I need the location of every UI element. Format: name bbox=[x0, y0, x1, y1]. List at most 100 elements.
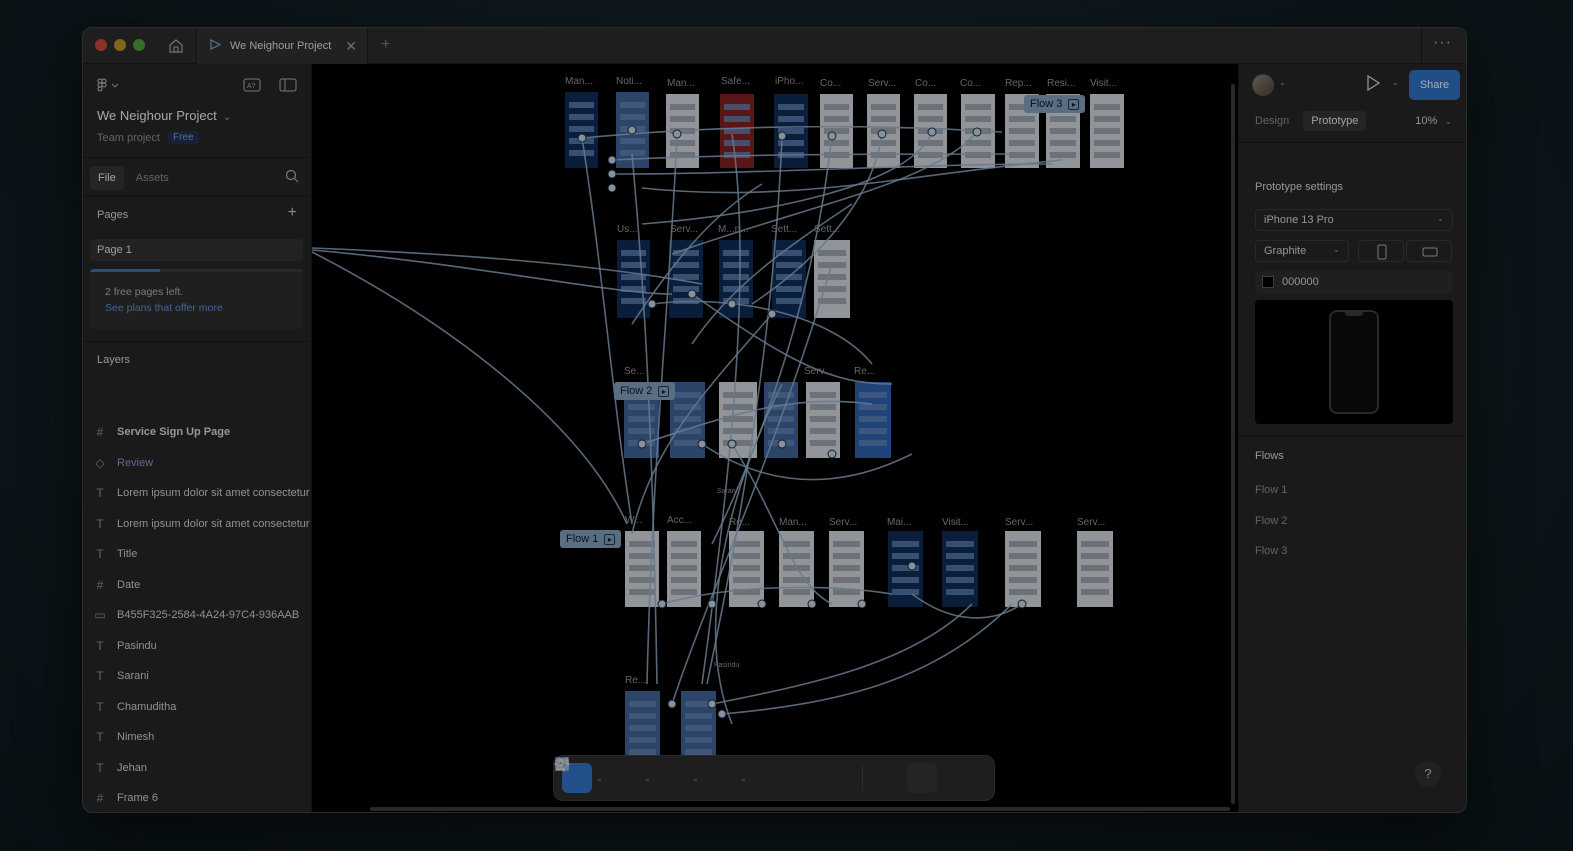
frame-content-line bbox=[833, 553, 860, 559]
chevron-down-icon[interactable]: ⌄ bbox=[692, 774, 702, 783]
home-icon[interactable] bbox=[165, 35, 187, 57]
add-page-icon[interactable]: + bbox=[288, 204, 297, 222]
connection-node bbox=[972, 127, 982, 137]
frame-content-line bbox=[569, 114, 594, 120]
frame-label: Co... bbox=[960, 78, 982, 89]
layer-row[interactable]: T Sarani bbox=[83, 665, 312, 687]
maximize-window-button[interactable] bbox=[133, 39, 145, 51]
play-flow-icon[interactable]: ▸ bbox=[604, 533, 616, 545]
share-button[interactable]: Share bbox=[1409, 70, 1460, 100]
layer-row[interactable]: # Service Sign Up Page bbox=[83, 421, 312, 443]
frame-content-line bbox=[824, 104, 849, 110]
main-menu-button[interactable] bbox=[97, 78, 123, 95]
ai-icon[interactable]: A? bbox=[243, 78, 261, 97]
connection-node bbox=[907, 561, 917, 571]
layer-row[interactable]: T Chamuditha bbox=[83, 696, 312, 718]
frame-content-line bbox=[1050, 116, 1076, 122]
layer-row[interactable]: T Title bbox=[83, 543, 312, 565]
screen-frame bbox=[625, 691, 660, 755]
flow-list-item[interactable]: Flow 3 bbox=[1255, 545, 1287, 557]
design-mode-icon[interactable] bbox=[555, 757, 937, 793]
flow-list-item[interactable]: Flow 2 bbox=[1255, 515, 1287, 527]
file-tab[interactable]: We Neighour Project ✕ bbox=[196, 28, 368, 64]
page-item[interactable]: Page 1 bbox=[90, 239, 303, 261]
tab-file[interactable]: File bbox=[90, 166, 124, 190]
layer-label: Jehan bbox=[117, 761, 147, 774]
avatar[interactable] bbox=[1252, 74, 1274, 96]
dev-mode-icon[interactable] bbox=[554, 758, 971, 793]
chevron-down-icon[interactable]: ⌄ bbox=[740, 774, 750, 783]
frame-label: Acc... bbox=[667, 515, 693, 526]
present-play-icon[interactable] bbox=[1365, 74, 1381, 97]
horizontal-scrollbar[interactable] bbox=[370, 807, 1230, 811]
layer-row[interactable]: T Lorem ipsum dolor sit amet consectetur bbox=[83, 513, 312, 535]
flow-2-tag[interactable]: Flow 2 ▸ bbox=[614, 382, 676, 400]
frame-content-line bbox=[859, 392, 887, 398]
device-select[interactable]: iPhone 13 Pro ⌄ bbox=[1255, 209, 1453, 231]
play-flow-icon[interactable]: ▸ bbox=[1068, 98, 1080, 110]
text-icon: T bbox=[96, 760, 104, 775]
design-canvas[interactable]: Man... Noti... Man... Safe... iPho... Co… bbox=[312, 64, 1238, 812]
more-options-icon[interactable]: ··· bbox=[1433, 34, 1452, 52]
comment-tool-icon[interactable] bbox=[555, 757, 818, 793]
portrait-toggle[interactable] bbox=[1358, 240, 1404, 262]
search-icon[interactable] bbox=[285, 169, 299, 188]
layer-label: Lorem ipsum dolor sit amet consectetur bbox=[117, 487, 310, 499]
layer-row[interactable]: T Nimesh bbox=[83, 726, 312, 748]
help-icon[interactable]: ? bbox=[1415, 761, 1441, 787]
actions-tool-icon[interactable] bbox=[555, 757, 852, 793]
connection-node bbox=[777, 439, 787, 449]
connection-node bbox=[767, 309, 777, 319]
layer-row[interactable]: # Date bbox=[83, 574, 312, 596]
layer-row[interactable]: ▭ B455F325-2584-4A24-97C4-936AAB bbox=[83, 604, 312, 626]
flow-3-tag[interactable]: Flow 3 ▸ bbox=[1024, 95, 1086, 113]
frame-content-line bbox=[621, 250, 646, 256]
layer-label: Date bbox=[117, 578, 141, 591]
tab-assets[interactable]: Assets bbox=[128, 166, 177, 190]
layer-row[interactable]: T Jehan bbox=[83, 757, 312, 779]
draw-mode-icon[interactable] bbox=[555, 758, 903, 793]
layer-row[interactable]: # Frame 6 bbox=[83, 787, 312, 809]
layer-row[interactable]: T Pasindu bbox=[83, 635, 312, 657]
plan-badge[interactable]: Free bbox=[167, 131, 199, 144]
chevron-down-icon[interactable]: ⌄ bbox=[1279, 78, 1286, 87]
play-flow-icon[interactable]: ▸ bbox=[658, 385, 670, 397]
new-tab-icon[interactable]: + bbox=[381, 36, 390, 54]
frame-label: Co... bbox=[915, 78, 937, 89]
vertical-scrollbar[interactable] bbox=[1231, 84, 1235, 804]
minimize-window-button[interactable] bbox=[114, 39, 126, 51]
flow-list-item[interactable]: Flow 1 bbox=[1255, 484, 1287, 496]
background-color-field[interactable]: 000000 bbox=[1255, 271, 1453, 293]
frame-label: Man... bbox=[565, 76, 593, 87]
close-window-button[interactable] bbox=[95, 39, 107, 51]
close-tab-icon[interactable]: ✕ bbox=[345, 38, 357, 55]
project-name-dropdown[interactable]: We Neighour Project ⌄ bbox=[97, 108, 231, 123]
frame-tool-icon[interactable] bbox=[555, 757, 640, 793]
zoom-dropdown[interactable]: 10% ⌄ bbox=[1415, 115, 1452, 127]
see-plans-link[interactable]: See plans that offer more bbox=[105, 302, 223, 314]
frame-content-line bbox=[833, 565, 860, 571]
frame-content-line bbox=[1009, 152, 1035, 158]
color-swatch[interactable] bbox=[1262, 276, 1274, 288]
tab-prototype[interactable]: Prototype bbox=[1303, 111, 1367, 131]
layer-row[interactable]: ◇ Review bbox=[83, 452, 312, 474]
rectangle-tool-icon[interactable] bbox=[555, 757, 688, 793]
flow-1-tag[interactable]: Flow 1 ▸ bbox=[560, 530, 622, 548]
frame-icon: # bbox=[96, 425, 104, 439]
landscape-toggle[interactable] bbox=[1406, 240, 1452, 262]
connection-node bbox=[667, 699, 677, 709]
frame-content-line bbox=[671, 553, 697, 559]
tab-design[interactable]: Design bbox=[1247, 111, 1297, 131]
sidebar-toggle-icon[interactable] bbox=[279, 78, 297, 97]
chevron-down-icon[interactable]: ⌄ bbox=[1392, 78, 1399, 87]
frame-content-line bbox=[859, 416, 887, 422]
frame-content-line bbox=[892, 577, 919, 583]
chevron-down-icon[interactable]: ⌄ bbox=[596, 774, 606, 783]
frame-content-line bbox=[723, 440, 753, 446]
pen-tool-icon[interactable] bbox=[556, 757, 736, 793]
model-select[interactable]: Graphite ⌄ bbox=[1255, 240, 1349, 262]
text-tool-icon[interactable] bbox=[556, 758, 784, 793]
chevron-down-icon[interactable]: ⌄ bbox=[644, 774, 654, 783]
frame-label: iPho... bbox=[775, 76, 804, 87]
layer-row[interactable]: T Lorem ipsum dolor sit amet consectetur bbox=[83, 482, 312, 504]
